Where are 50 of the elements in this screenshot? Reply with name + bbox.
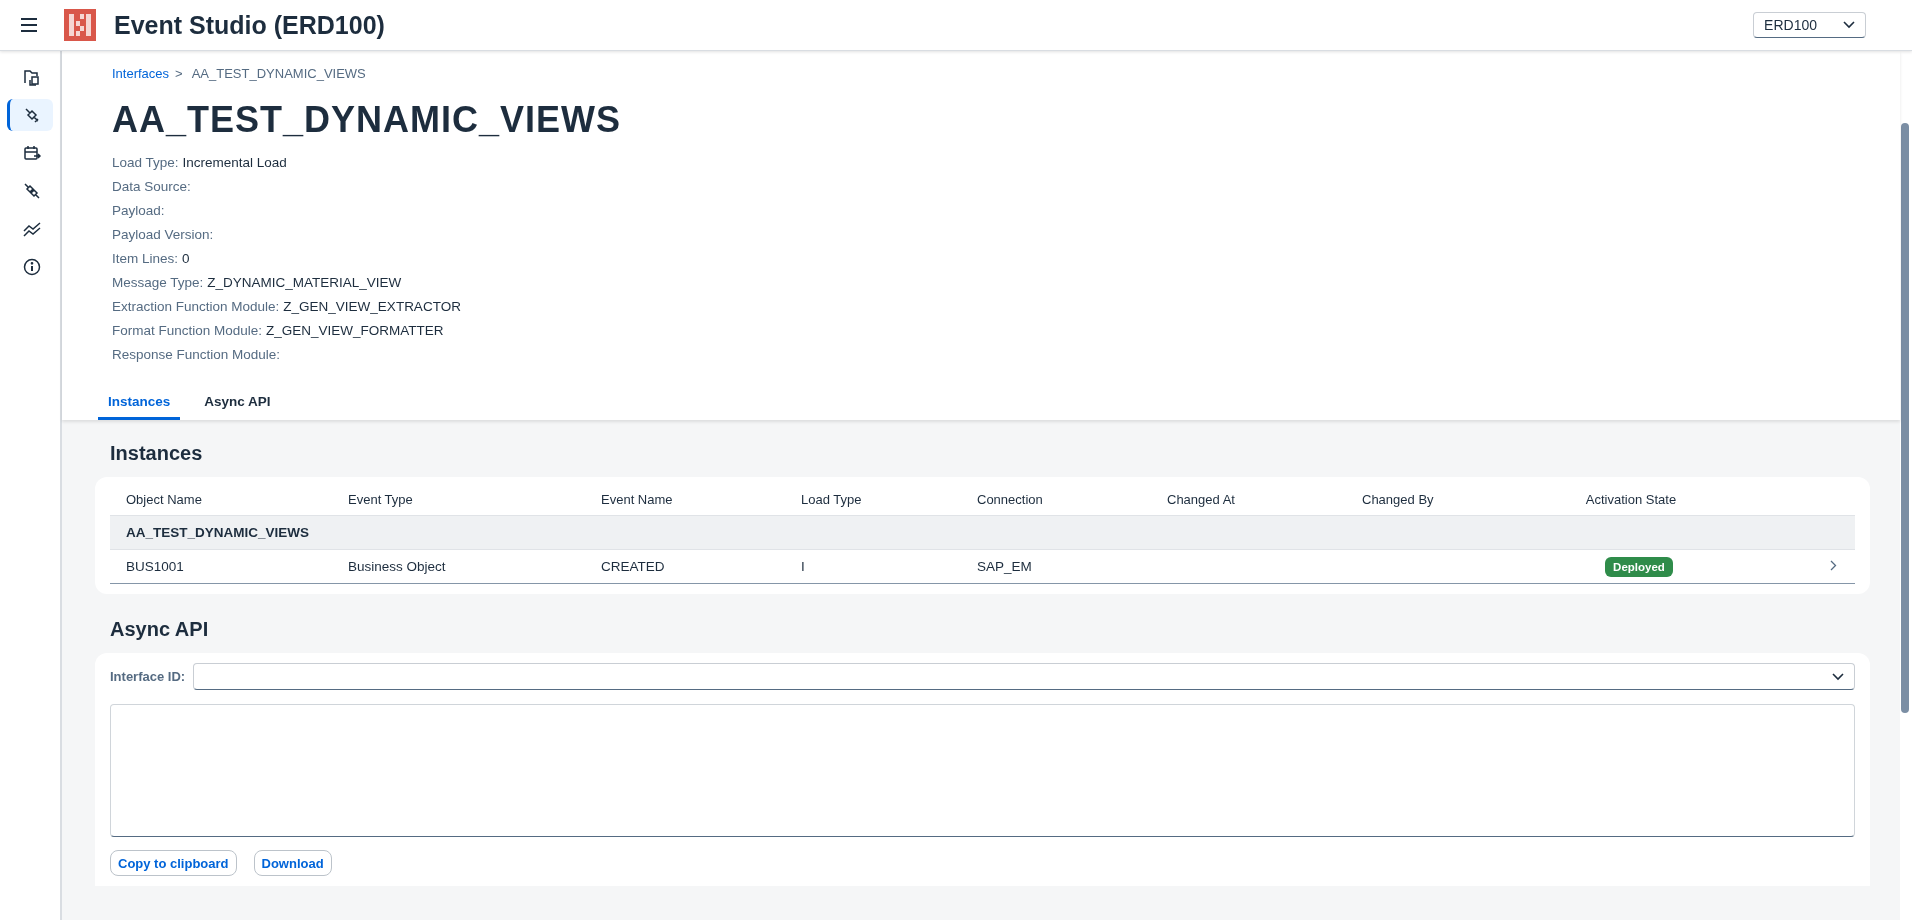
info-icon — [22, 258, 41, 276]
chevron-right-icon[interactable] — [1830, 560, 1837, 571]
section-heading: Instances — [110, 442, 204, 465]
system-select[interactable]: ERD100 — [1753, 12, 1866, 38]
app-title: Event Studio (ERD100) — [114, 10, 385, 40]
page-title: AA_TEST_DYNAMIC_VIEWS — [112, 99, 623, 141]
column-header: Activation State — [1584, 491, 1678, 507]
logo-icon — [64, 9, 96, 41]
tab[interactable]: Instances — [98, 386, 181, 420]
action-button[interactable]: Download — [253, 850, 332, 876]
table-row[interactable]: BUS1001 Business Object CREATED I SAP_EM Deployed — [110, 550, 1855, 584]
group-title: AA_TEST_DYNAMIC_VIEWS — [126, 525, 310, 540]
breadcrumb-link[interactable]: Interfaces — [112, 66, 170, 81]
attribute-text: Payload Version: — [112, 226, 214, 244]
breadcrumb-current: AA_TEST_DYNAMIC_VIEWS — [191, 66, 366, 81]
action-button[interactable]: Copy to clipboard — [110, 850, 237, 876]
breadcrumb-separator: > — [175, 66, 183, 81]
trend-chart-icon — [22, 220, 41, 238]
table-cell: CREATED — [601, 559, 665, 574]
field-label: Interface ID: — [110, 669, 186, 684]
documents-icon — [22, 68, 41, 86]
column-header: Object Name — [125, 491, 203, 507]
unplug-icon — [22, 182, 41, 200]
column-header: Changed By — [1361, 491, 1435, 507]
column-header: Event Type — [347, 491, 414, 507]
interface-id-select[interactable] — [193, 663, 1855, 690]
column-header: Changed At — [1166, 491, 1236, 507]
attribute-text: Item Lines: 0 — [112, 250, 190, 268]
tab[interactable]: Async API — [194, 386, 281, 420]
attribute-text: Data Source: — [112, 178, 191, 196]
attribute-text: Response Function Module: — [112, 346, 281, 364]
section-heading: Async API — [110, 618, 210, 641]
menu-icon[interactable] — [18, 16, 40, 34]
attribute-text: Message Type: Z_DYNAMIC_MATERIAL_VIEW — [112, 274, 402, 292]
attribute-text: Payload: — [112, 202, 165, 220]
table-cell: Business Object — [348, 559, 446, 574]
chevron-down-icon — [1832, 672, 1844, 681]
plug-icon — [22, 106, 41, 124]
table-cell: I — [801, 559, 805, 574]
attribute-text: Format Function Module: Z_GEN_VIEW_FORMATTER — [112, 322, 444, 340]
attribute-text: Extraction Function Module: Z_GEN_VIEW_EXTRACTOR — [112, 298, 461, 316]
column-header: Event Name — [600, 491, 674, 507]
table-cell: BUS1001 — [126, 559, 184, 574]
attribute-text: Load Type: Incremental Load — [112, 154, 287, 172]
column-header: Load Type — [800, 491, 863, 507]
chevron-down-icon — [1843, 21, 1855, 29]
column-header: Connection — [976, 491, 1044, 507]
table-cell: SAP_EM — [977, 559, 1032, 574]
status-badge: Deployed — [1605, 556, 1673, 577]
calendar-icon — [22, 144, 41, 162]
